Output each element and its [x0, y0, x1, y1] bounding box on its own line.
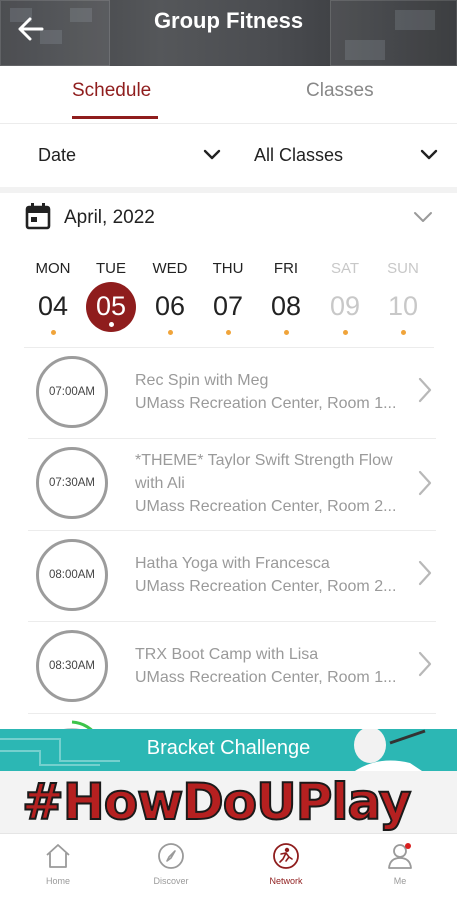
event-dot — [283, 330, 289, 335]
month-selector[interactable]: April, 2022 — [0, 193, 457, 243]
class-list-item[interactable]: 07:00AM Rec Spin with Meg UMass Recreati… — [28, 348, 436, 439]
compass-icon — [158, 843, 184, 869]
class-location: UMass Recreation Center, Room 1... — [135, 669, 397, 686]
day-of-week: FRI — [273, 260, 299, 277]
date-filter-dropdown[interactable]: Date — [38, 145, 76, 166]
banner-hashtag: #HowDoUPlay — [21, 772, 412, 832]
network-icon — [273, 843, 299, 869]
class-location: UMass Recreation Center, Room 2... — [135, 578, 397, 595]
chevron-down-icon[interactable] — [203, 149, 221, 161]
event-dot — [108, 322, 114, 327]
class-time-badge: 07:30AM — [36, 447, 108, 519]
notification-dot — [405, 843, 411, 849]
chevron-right-icon — [418, 651, 432, 677]
class-list-item[interactable]: 07:30AM *THEME* Taylor Swift Strength Fl… — [28, 439, 436, 531]
class-list-item[interactable]: 08:30AM TRX Boot Camp with Lisa UMass Re… — [28, 622, 436, 714]
day-number: 06 — [154, 291, 186, 321]
chevron-right-icon — [418, 560, 432, 586]
chevron-right-icon — [418, 377, 432, 403]
class-name: Hatha Yoga with Francesca — [135, 555, 330, 572]
class-time-badge: 08:30AM — [36, 630, 108, 702]
filter-bar: Date All Classes — [0, 125, 457, 187]
classes-filter-dropdown[interactable]: All Classes — [254, 145, 343, 166]
class-time-badge: 08:00AM — [36, 539, 108, 611]
chevron-right-icon — [418, 470, 432, 496]
day-number: 10 — [387, 291, 419, 321]
day-of-week: SAT — [330, 260, 360, 277]
day-number: 04 — [37, 291, 69, 321]
user-icon — [388, 843, 412, 869]
promo-banner[interactable]: Bracket Challenge #HowDoUPlay — [0, 729, 457, 833]
day-of-week: SUN — [387, 260, 419, 277]
day-fri[interactable]: FRI 08 — [257, 258, 315, 335]
nav-home[interactable]: Home — [18, 842, 98, 886]
class-time-badge: 07:00AM — [36, 356, 108, 428]
class-list-item[interactable]: 08:00AM Hatha Yoga with Francesca UMass … — [28, 531, 436, 622]
day-of-week: THU — [212, 260, 244, 277]
banner-header-strip: Bracket Challenge — [0, 729, 457, 783]
tab-classes[interactable]: Classes — [306, 80, 374, 102]
date-filter-label: Date — [38, 145, 77, 165]
class-name: *THEME* Taylor Swift Strength Flow with … — [135, 452, 393, 492]
banner-hashtag-area: #HowDoUPlay — [0, 771, 457, 833]
day-mon[interactable]: MON 04 — [24, 258, 82, 335]
week-strip: MON 04 TUE 05 WED 06 THU 07 FRI 08 SAT 0… — [24, 258, 434, 348]
nav-label: Network — [269, 876, 303, 886]
nav-discover[interactable]: Discover — [131, 842, 211, 886]
event-dot — [342, 330, 348, 335]
nav-label: Me — [393, 876, 407, 886]
day-of-week: WED — [152, 260, 188, 277]
class-name: Rec Spin with Meg — [135, 372, 269, 389]
calendar-icon — [25, 203, 51, 230]
day-thu[interactable]: THU 07 — [199, 258, 257, 335]
chevron-down-icon[interactable] — [413, 211, 433, 223]
day-tue[interactable]: TUE 05 — [82, 258, 140, 332]
day-number: 09 — [329, 291, 361, 321]
nav-label: Home — [45, 876, 70, 886]
event-dot — [50, 330, 56, 335]
class-name: TRX Boot Camp with Lisa — [135, 646, 319, 663]
class-location: UMass Recreation Center, Room 1... — [135, 395, 397, 412]
home-icon — [46, 844, 70, 868]
page-title: Group Fitness — [153, 8, 304, 33]
day-wed[interactable]: WED 06 — [141, 258, 199, 335]
day-sat[interactable]: SAT 09 — [316, 258, 374, 335]
bottom-navigation: Home Discover Network Me — [0, 833, 457, 900]
tab-bar: Schedule Classes — [0, 66, 457, 124]
day-number: 07 — [212, 291, 244, 321]
day-of-week: TUE — [96, 260, 126, 277]
class-location: UMass Recreation Center, Room 2... — [135, 498, 397, 515]
chevron-down-icon[interactable] — [420, 149, 438, 161]
day-number: 08 — [270, 291, 302, 321]
event-dot — [400, 330, 406, 335]
active-tab-indicator — [72, 116, 158, 119]
nav-label: Discover — [153, 876, 189, 886]
classes-filter-label: All Classes — [254, 145, 344, 165]
nav-me[interactable]: Me — [360, 842, 440, 886]
event-dot — [167, 330, 173, 335]
event-dot — [225, 330, 231, 335]
tab-schedule[interactable]: Schedule — [72, 80, 151, 102]
month-label: April, 2022 — [64, 207, 155, 228]
day-of-week: MON — [35, 260, 71, 277]
day-number: 05 — [95, 291, 127, 321]
day-sun[interactable]: SUN 10 — [374, 258, 432, 335]
background-window — [345, 40, 385, 60]
header-bar: Group Fitness — [0, 0, 457, 66]
nav-network[interactable]: Network — [246, 842, 326, 886]
